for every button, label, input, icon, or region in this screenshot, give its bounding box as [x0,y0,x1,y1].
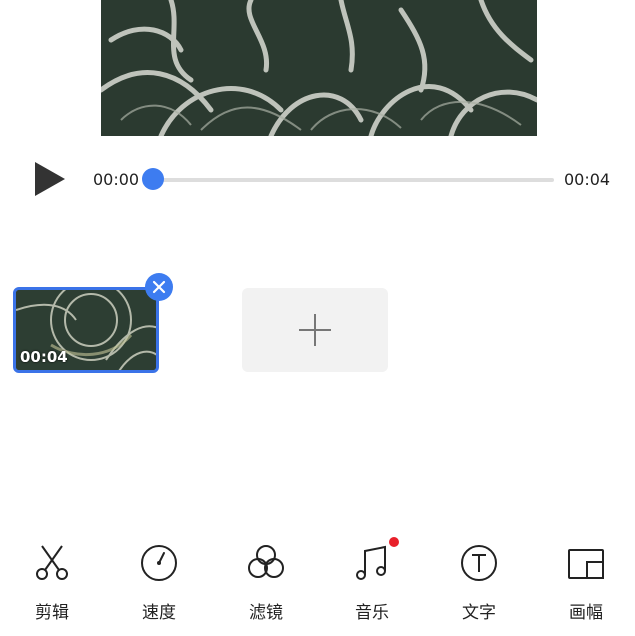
plus-icon [299,314,331,346]
tool-cut-label: 剪辑 [35,603,69,623]
tool-speed-label: 速度 [142,603,176,623]
filter-circles-icon [248,545,284,578]
video-preview[interactable] [101,0,537,136]
aspect-ratio-icon [568,549,604,579]
tool-cut[interactable]: 剪辑 [12,538,92,630]
close-icon [152,280,166,294]
tool-filter[interactable]: 滤镜 [226,538,306,630]
tool-aspect-ratio-label: 画幅 [569,603,603,623]
tool-filter-label: 滤镜 [249,603,283,623]
tool-speed[interactable]: 速度 [119,538,199,630]
play-button[interactable] [30,158,70,200]
tool-music-label: 音乐 [355,603,389,623]
speedometer-icon [141,545,177,581]
scissors-icon [36,545,68,580]
tool-text-label: 文字 [462,603,496,623]
current-time: 00:00 [93,170,140,189]
progress-thumb[interactable] [142,168,164,190]
tool-music[interactable]: 音乐 [332,537,412,630]
text-icon [461,545,497,581]
clip-thumbnail[interactable]: 00:04 [13,287,159,373]
remove-clip-button[interactable] [145,273,173,301]
total-time: 00:04 [564,170,611,189]
music-note-icon [356,545,386,580]
add-clip-button[interactable] [242,288,388,372]
clip-duration: 00:04 [20,348,68,366]
play-icon [35,162,65,196]
editing-toolbar: 剪辑 速度 滤镜 音乐 文字 画幅 [0,537,635,636]
tool-text[interactable]: 文字 [439,538,519,630]
tool-aspect-ratio[interactable]: 画幅 [546,538,626,630]
progress-track[interactable] [153,178,554,182]
music-badge-dot [389,537,399,547]
